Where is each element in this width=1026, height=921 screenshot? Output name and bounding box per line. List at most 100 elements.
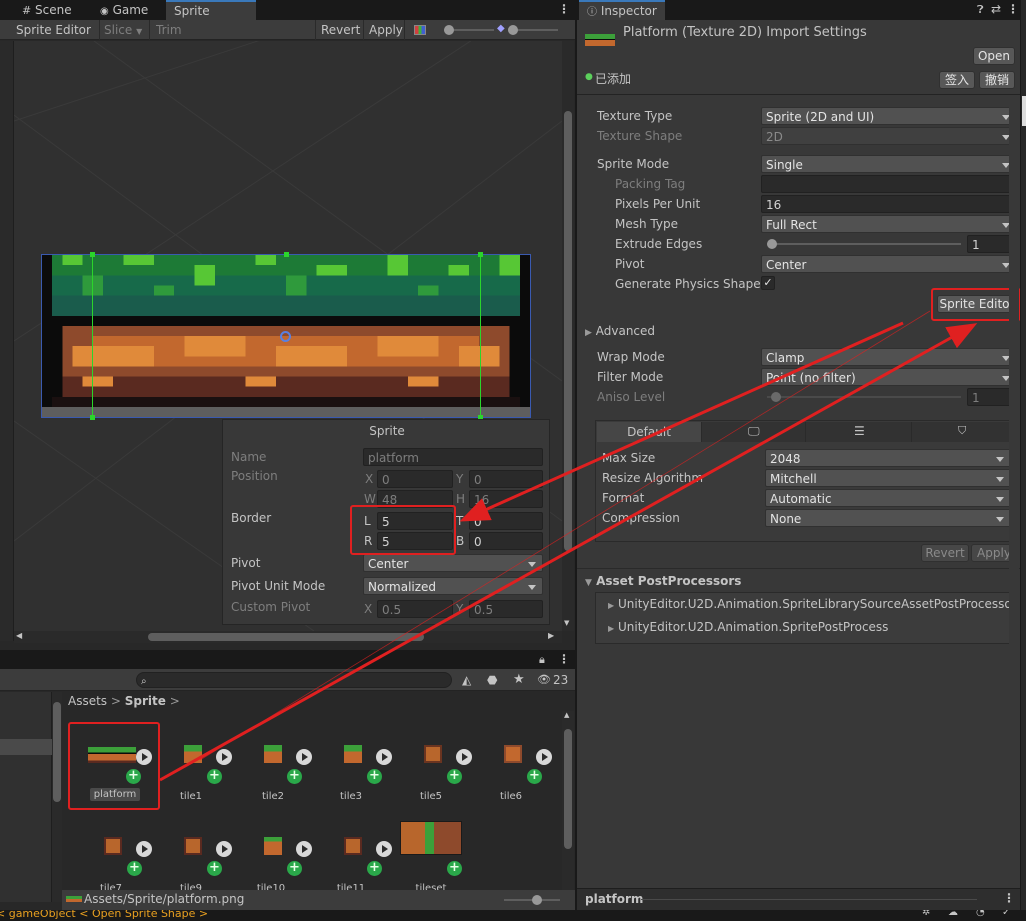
- lock-icon[interactable]: 🔒︎: [539, 653, 545, 667]
- status-bug-icon[interactable]: ✲: [922, 910, 930, 918]
- tab-inspector[interactable]: ⓘ Inspector: [579, 0, 665, 20]
- mip-slider-knob[interactable]: [508, 25, 518, 35]
- selected-folder-row[interactable]: [0, 739, 52, 755]
- asset-tile9[interactable]: + tile9: [154, 815, 234, 891]
- pivot-dropdown[interactable]: Center: [363, 554, 543, 572]
- canvas-horizontal-scrollbar[interactable]: ◀ ▶: [14, 631, 562, 643]
- folder-tree-scrollbar[interactable]: [52, 692, 62, 902]
- slice-dropdown[interactable]: Slice ▼: [100, 20, 146, 40]
- presets-icon[interactable]: ⇄: [991, 2, 1001, 16]
- favorite-star-icon[interactable]: ★: [513, 672, 525, 687]
- folder-tree-scroll-thumb[interactable]: [53, 702, 61, 802]
- status-ok-icon[interactable]: ✓: [1002, 910, 1010, 918]
- platform-tab-default[interactable]: Default: [597, 422, 701, 442]
- project-search-input[interactable]: ⌕: [136, 672, 452, 688]
- border-b-field[interactable]: 0: [469, 532, 543, 550]
- scroll-down-icon[interactable]: ▼: [564, 619, 569, 627]
- add-icon[interactable]: +: [367, 769, 382, 784]
- handle-tl[interactable]: [90, 252, 95, 257]
- play-icon[interactable]: [456, 749, 472, 765]
- texture-type-dropdown[interactable]: Sprite (2D and UI): [761, 107, 1017, 125]
- asset-grid-scroll-up-icon[interactable]: ▲: [564, 711, 569, 719]
- play-icon[interactable]: [296, 841, 312, 857]
- handle-tr[interactable]: [478, 252, 483, 257]
- resize-algorithm-dropdown[interactable]: Mitchell: [765, 469, 1011, 487]
- asset-tileset[interactable]: + tileset: [394, 815, 474, 891]
- add-icon[interactable]: +: [447, 861, 462, 876]
- asset-tile7[interactable]: + tile7: [74, 815, 154, 891]
- format-dropdown[interactable]: Automatic: [765, 489, 1011, 507]
- border-guide-left[interactable]: [92, 254, 93, 418]
- add-icon[interactable]: +: [207, 861, 222, 876]
- add-icon[interactable]: +: [447, 769, 462, 784]
- asset-tile5[interactable]: + tile5: [394, 723, 474, 809]
- asset-tile1[interactable]: + tile1: [154, 723, 234, 809]
- sprite-mode-dropdown[interactable]: Single: [761, 155, 1017, 173]
- asset-tile2[interactable]: + tile2: [234, 723, 314, 809]
- postprocessor-item[interactable]: ▶ UnityEditor.U2D.Animation.SpriteLibrar…: [608, 597, 1017, 611]
- mode-dropdown[interactable]: Sprite Editor ▼: [12, 20, 98, 56]
- play-icon[interactable]: [216, 749, 232, 765]
- vertical-scroll-thumb[interactable]: [564, 111, 572, 551]
- aniso-level-knob[interactable]: [771, 392, 781, 402]
- add-icon[interactable]: +: [287, 769, 302, 784]
- add-icon[interactable]: +: [527, 769, 542, 784]
- x-field[interactable]: 0: [377, 470, 453, 488]
- revert-settings-button[interactable]: Revert: [921, 544, 969, 562]
- tab-game[interactable]: ◉ Game: [92, 0, 156, 20]
- texture-shape-dropdown[interactable]: 2D: [761, 127, 1017, 145]
- advanced-foldout[interactable]: ▶ Advanced: [585, 324, 655, 338]
- inspector-scrollbar[interactable]: [1009, 96, 1019, 886]
- trim-button[interactable]: Trim: [152, 20, 186, 40]
- asset-grid-scroll-thumb[interactable]: [564, 729, 572, 849]
- platform-tab-webgl[interactable]: ⛉: [911, 422, 1015, 442]
- inspector-menu-icon[interactable]: ⋮: [1007, 2, 1019, 16]
- add-icon[interactable]: +: [127, 861, 142, 876]
- add-icon[interactable]: +: [287, 861, 302, 876]
- asset-tile11[interactable]: + tile11: [314, 815, 394, 891]
- asset-tile6[interactable]: + tile6: [474, 723, 554, 809]
- status-progress-icon[interactable]: ◔: [976, 910, 985, 918]
- add-icon[interactable]: +: [207, 769, 222, 784]
- open-button[interactable]: Open: [973, 47, 1015, 65]
- aniso-level-slider[interactable]: [767, 396, 961, 398]
- mesh-type-dropdown[interactable]: Full Rect: [761, 215, 1017, 233]
- horizontal-scroll-thumb[interactable]: [148, 633, 424, 641]
- footer-menu-icon[interactable]: ⋮: [1003, 891, 1015, 905]
- custom-pivot-x-field[interactable]: 0.5: [377, 600, 453, 618]
- breadcrumb-assets[interactable]: Assets: [68, 694, 107, 708]
- filter-mode-dropdown[interactable]: Point (no filter): [761, 368, 1017, 386]
- max-size-dropdown[interactable]: 2048: [765, 449, 1011, 467]
- name-field[interactable]: platform: [363, 448, 543, 466]
- filter-by-type-icon[interactable]: ◭: [462, 673, 471, 687]
- wrap-mode-dropdown[interactable]: Clamp: [761, 348, 1017, 366]
- border-guide-right[interactable]: [480, 254, 481, 418]
- pivot-dropdown[interactable]: Center: [761, 255, 1017, 273]
- undo-checkout-button[interactable]: 撤销: [979, 71, 1015, 89]
- play-icon[interactable]: [536, 749, 552, 765]
- revert-button[interactable]: Revert: [317, 20, 364, 40]
- scroll-right-icon[interactable]: ▶: [548, 631, 554, 640]
- canvas-vertical-scrollbar[interactable]: ▼: [562, 41, 574, 631]
- hidden-packages-icon[interactable]: 👁︎: [537, 673, 551, 686]
- border-t-field[interactable]: 0: [469, 512, 543, 530]
- play-icon[interactable]: [376, 841, 392, 857]
- y-field[interactable]: 0: [469, 470, 543, 488]
- h-field[interactable]: 16: [469, 490, 543, 508]
- asset-tile3[interactable]: + tile3: [314, 723, 394, 809]
- play-icon[interactable]: [296, 749, 312, 765]
- help-icon[interactable]: ❓︎: [977, 3, 984, 17]
- zoom-slider-knob[interactable]: [444, 25, 454, 35]
- play-icon[interactable]: [136, 841, 152, 857]
- apply-button[interactable]: Apply: [365, 20, 407, 40]
- project-menu-icon[interactable]: ⋮: [558, 652, 570, 666]
- status-cache-icon[interactable]: ☁: [948, 910, 958, 918]
- platform-tab-server[interactable]: ☰: [805, 422, 911, 442]
- play-icon[interactable]: [376, 749, 392, 765]
- thumbnail-size-knob[interactable]: [532, 895, 542, 905]
- tab-scene[interactable]: # Scene: [14, 0, 80, 20]
- asset-grid-scrollbar[interactable]: ▲ ▼: [562, 711, 574, 901]
- ppu-field[interactable]: 16: [761, 195, 1017, 213]
- breadcrumb-sprite[interactable]: Sprite: [125, 694, 166, 708]
- custom-pivot-y-field[interactable]: 0.5: [469, 600, 543, 618]
